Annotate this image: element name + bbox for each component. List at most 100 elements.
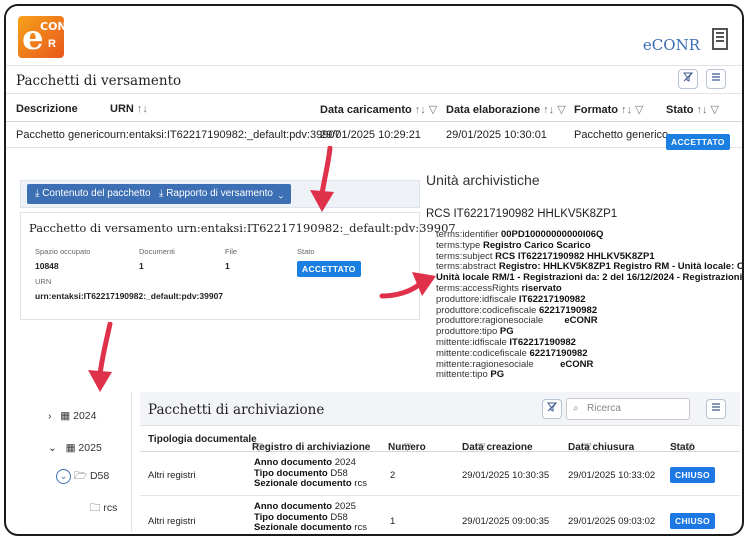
tree-item-2025[interactable]: ⌄ ▦ 2025 [48,442,102,454]
sort-icon[interactable]: ↑↓ ▽ [621,104,644,116]
unita-subtitle: RCS IT62217190982 HHLKV5K8ZP1 [426,208,618,220]
metadata-value: eCONR [564,315,598,327]
metadata-value: Registro Carico Scarico [483,239,591,251]
anno-label: Anno documento [254,501,333,512]
sort-icon[interactable]: ↑↓ ▽ [571,442,591,453]
filter-off-icon [547,402,557,412]
metadata-value: IT62217190982 [518,293,586,305]
tree-item-rcs[interactable]: 🗀 rcs [90,500,117,518]
metadata-value: IT62217190982 [509,336,576,348]
metadata-value: eCONR [560,358,594,370]
metadata-value: Unità locale RM/1 - Registrazioni da: 2 … [436,272,744,284]
chevron-down-icon[interactable]: ⌄ [56,469,71,484]
metadata-list: terms:identifier 00PD10000000000I06Q term… [436,229,744,381]
tipo-value: D58 [330,467,348,479]
metadata-value: 62217190982 [538,304,598,316]
top-bar: e CON R eCONR [6,6,742,66]
metadata-line: mittente:tipo PG [436,369,742,381]
col-tipologia[interactable]: Tipologia documentale [148,434,257,445]
table-row[interactable]: Altri registri Anno documento 2024 Tipo … [140,454,740,496]
status-badge: ACCETTATO [297,259,361,277]
metadata-value: Registro: HHLKV5K8ZP1 Registro RM - Unit… [498,261,744,273]
row-numero: 1 [390,516,396,527]
filter-off-icon [683,72,693,82]
spazio-label: Spazio occupato [35,247,91,256]
anno-value: 2024 [334,457,356,468]
metadata-key: mittente:tipo [436,369,491,381]
status-badge-label: ACCETTATO [297,261,361,277]
search-placeholder: Ricerca [587,403,621,414]
contenuto-label: Contenuto del pacchetto [42,188,151,199]
col-stato[interactable]: Stato ↑↓ ▽ [666,103,719,116]
logo-con: CON [40,20,67,33]
archiviazione-title: Pacchetti di archiviazione [148,402,325,418]
table-row[interactable]: Pacchetto generico urn:entaksi:IT6221719… [6,122,742,150]
building-icon[interactable] [712,28,728,50]
metadata-key: terms:identifier [436,229,501,240]
sezionale-value: rcs [354,478,367,489]
row-data-creazione: 29/01/2025 10:30:35 [462,470,550,481]
sort-icon[interactable]: ↑↓ ▽ [415,104,438,116]
sort-icon[interactable]: ↑↓ ▽ [465,442,485,453]
tree-item-d58[interactable]: ⌄ 🗁 D58 [56,468,109,486]
filter-clear-button[interactable] [542,399,562,419]
metadata-key: produttore:ragionesociale [436,315,565,327]
metadata-key: terms:abstract [436,261,499,273]
search-input[interactable]: ⌕ Ricerca [566,398,690,420]
row-data-chiusura: 29/01/2025 10:33:02 [568,470,656,481]
contenuto-pacchetto-button[interactable]: ⤓ Contenuto del pacchetto [27,184,159,204]
tree-label: 2025 [78,442,102,454]
logo-r: R [48,38,56,50]
menu-button[interactable] [706,69,726,89]
col-data-caricamento[interactable]: Data caricamento ↑↓ ▽ [320,103,437,116]
metadata-value: 00PD10000000000I06Q [500,229,604,240]
col-urn-label: URN [110,103,134,115]
rapporto-label: Rapporto di versamento [166,188,273,199]
filter-clear-button[interactable] [678,69,698,89]
action-bar: ⤓ Contenuto del pacchetto ⤓ Rapporto di … [20,180,420,208]
spazio-value: 10848 [35,261,59,271]
menu-icon [712,403,720,411]
metadata-value: PG [499,326,514,338]
status-badge-label: CHIUSO [670,467,715,483]
menu-icon [712,73,720,81]
app-logo[interactable]: e CON R [18,16,67,58]
search-icon: ⌕ [573,403,579,414]
tree-label: D58 [89,470,110,482]
col-data-elaborazione[interactable]: Data elaborazione ↑↓ ▽ [446,103,566,116]
tree-label: rcs [103,502,118,514]
metadata-value: PG [490,369,505,381]
tree-item-2024[interactable]: › ▦ 2024 [48,410,96,422]
versamento-header: Pacchetti di versamento [6,66,742,94]
metadata-key: terms:subject [436,250,496,262]
filter-icon[interactable]: ▽ [255,442,263,453]
rapporto-versamento-button[interactable]: ⤓ Rapporto di versamento ⌄ [151,184,292,204]
sort-icon[interactable]: ↑↓ ▽ [391,442,411,453]
sezionale-label: Sezionale documento [254,478,352,489]
metadata-value: RCS IT62217190982 HHLKV5K8ZP1 [495,250,655,262]
chevron-down-icon[interactable]: ⌄ [48,442,57,454]
row-urn: urn:entaksi:IT62217190982:_default:pdv:3… [110,129,341,141]
row-formato: Pacchetto generico [574,129,669,141]
row-registro: Anno documento 2024 Tipo documento D58 S… [254,457,367,490]
col-descrizione[interactable]: Descrizione [16,103,78,115]
arrow-right [379,272,436,299]
metadata-key: mittente:codicefiscale [436,347,530,359]
file-value: 1 [225,261,230,271]
table-row[interactable]: Altri registri Anno documento 2025 Tipo … [140,498,740,534]
sort-icon[interactable]: ↑↓ ▽ [543,104,566,116]
metadata-key: produttore:codicefiscale [436,304,539,316]
col-formato[interactable]: Formato ↑↓ ▽ [574,103,644,116]
col-urn[interactable]: URN ↑↓ [110,103,148,115]
sezionale-value: rcs [354,522,367,533]
sort-icon[interactable]: ↑↓ ▽ [697,104,720,116]
col-formato-label: Formato [574,104,618,116]
sort-icon[interactable]: ↑↓ [137,103,148,115]
sezionale-label: Sezionale documento [254,522,352,533]
unita-title: Unità archivistiche [426,172,540,188]
archiviazione-header: Pacchetti di archiviazione ⌕ Ricerca [140,392,740,426]
chevron-right-icon[interactable]: › [48,410,52,422]
menu-button[interactable] [706,399,726,419]
calendar-icon: ▦ [60,410,71,422]
sort-icon[interactable]: ↑↓ ▽ [673,442,693,453]
